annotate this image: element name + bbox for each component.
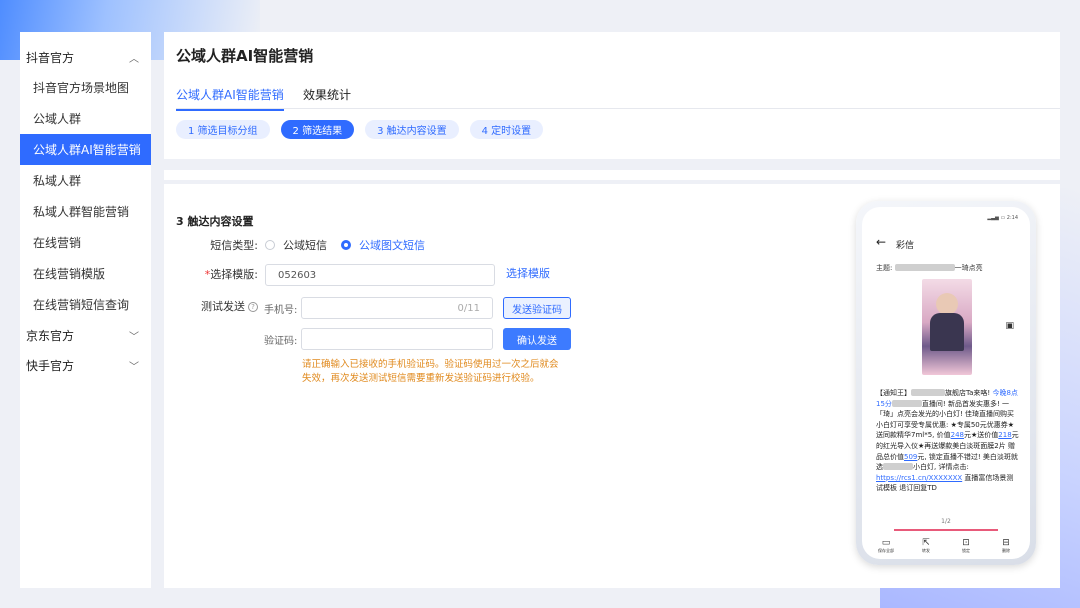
phone-action-bar: ▭ 保存全部 ⇱ 转发 ⊡ 锁定 ⊟ 删除 <box>872 538 1020 554</box>
phone-preview: ▂▃▅ ▭ 2:14 ← 彩信 主题: 一琦点亮 ▣ 【通知王】 旗舰店Ta来咯!… <box>856 201 1036 565</box>
sidebar-item-private-crowd[interactable]: 私域人群 <box>20 165 151 196</box>
code-input[interactable] <box>301 328 493 350</box>
section-title: 3 触达内容设置 <box>176 215 254 228</box>
body-highlight: 509 <box>904 452 918 461</box>
action-label: 锁定 <box>962 548 970 553</box>
body-highlight: 248 <box>950 431 964 440</box>
redacted-text <box>894 264 955 271</box>
sidebar-item-online-marketing[interactable]: 在线营销 <box>20 227 151 258</box>
chevron-up-icon: ︿ <box>129 53 139 65</box>
radio-dot <box>341 240 351 250</box>
help-icon[interactable]: ? <box>248 302 258 312</box>
radio-public-rich-sms[interactable]: 公域图文短信 <box>341 237 425 253</box>
back-arrow-icon[interactable]: ← <box>876 235 886 249</box>
message-subject: 主题: 一琦点亮 <box>876 263 983 273</box>
radio-public-sms[interactable]: 公域短信 <box>265 237 327 253</box>
save-image-icon[interactable]: ▣ <box>1005 321 1014 331</box>
sidebar-group-kuaishou[interactable]: 快手官方 ﹀ <box>20 350 151 380</box>
page-indicator: 1/2 <box>941 518 951 525</box>
forward-button[interactable]: ⇱ 转发 <box>912 538 940 554</box>
body-highlight: 218 <box>998 431 1012 440</box>
body-text: 【通知王】 <box>876 389 911 397</box>
spacer-card <box>164 170 1060 180</box>
phone-input[interactable]: 0/11 <box>301 297 493 319</box>
delete-button[interactable]: ⊟ 删除 <box>992 538 1020 554</box>
step-schedule[interactable]: 4 定时设置 <box>469 120 544 139</box>
radio-dot <box>265 240 275 250</box>
action-label: 删除 <box>1002 548 1010 553</box>
redacted-text <box>883 463 913 471</box>
message-body: 【通知王】 旗舰店Ta来咯! 今晚8点15分 直播间! 新品首发实惠多! 一「琦」点… <box>876 388 1020 494</box>
sidebar-item-private-smart-marketing[interactable]: 私域人群智能营销 <box>20 196 151 227</box>
header-card: 公域人群AI智能营销 公域人群AI智能营销 效果统计 1 筛选目标分组 2 筛选… <box>164 32 1060 159</box>
verification-hint: 请正确输入已接收的手机验证码。验证码使用过一次之后就会失效，再次发送测试短信需要… <box>302 359 559 384</box>
phone-title: 彩信 <box>896 241 915 251</box>
step-filter-result[interactable]: 2 筛选结果 <box>280 120 355 139</box>
body-link[interactable]: https://rcs1.cn/XXXXXXX <box>876 474 962 482</box>
code-label: 验证码: <box>264 336 298 347</box>
sidebar-item-public-crowd[interactable]: 公域人群 <box>20 103 151 134</box>
tab-effect-stats[interactable]: 效果统计 <box>303 86 351 109</box>
action-label: 保存全部 <box>878 548 894 553</box>
person-figure <box>930 313 964 351</box>
template-label-text: 选择模版: <box>210 268 258 281</box>
sidebar: 抖音官方 ︿ 抖音官方场景地图 公域人群 公域人群AI智能营销 私域人群 私域人… <box>20 32 151 588</box>
subject-text: 一琦点亮 <box>954 264 983 272</box>
action-label: 转发 <box>922 548 930 553</box>
sidebar-group-label: 抖音官方 <box>26 50 75 65</box>
promo-image <box>922 279 972 375</box>
sidebar-item-public-ai-marketing[interactable]: 公域人群AI智能营销 <box>20 134 151 165</box>
radio-label: 公域短信 <box>283 239 327 252</box>
redacted-text <box>891 399 922 407</box>
sidebar-group-douyin[interactable]: 抖音官方 ︿ <box>20 42 151 72</box>
body-text: 旗舰店Ta来咯! <box>945 389 993 397</box>
template-value: 052603 <box>278 269 317 281</box>
step-filter-group[interactable]: 1 筛选目标分组 <box>176 120 270 139</box>
template-label: *选择模版: <box>194 266 258 282</box>
sidebar-group-jd[interactable]: 京东官方 ﹀ <box>20 320 151 350</box>
phone-screen: ▂▃▅ ▭ 2:14 ← 彩信 主题: 一琦点亮 ▣ 【通知王】 旗舰店Ta来咯!… <box>862 207 1030 559</box>
radio-label: 公域图文短信 <box>359 239 425 252</box>
template-input[interactable]: 052603 <box>265 264 495 286</box>
person-figure <box>936 293 958 315</box>
step-bar: 1 筛选目标分组 2 筛选结果 3 触达内容设置 4 定时设置 <box>176 120 544 139</box>
send-code-button[interactable]: 发送验证码 <box>503 297 571 319</box>
body-text: 元★送价值 <box>964 431 999 440</box>
sidebar-item-online-template[interactable]: 在线营销模版 <box>20 258 151 289</box>
test-send-label: 测试发送? <box>194 298 258 314</box>
divider <box>894 529 998 531</box>
page-title: 公域人群AI智能营销 <box>176 47 314 65</box>
phone-counter: 0/11 <box>457 302 480 314</box>
sidebar-item-scene-map[interactable]: 抖音官方场景地图 <box>20 72 151 103</box>
save-icon: ▭ <box>881 538 891 548</box>
subject-label: 主题: <box>876 264 893 272</box>
chevron-down-icon: ﹀ <box>129 361 139 373</box>
sidebar-group-label: 京东官方 <box>26 328 75 343</box>
share-icon: ⇱ <box>922 538 930 548</box>
lock-button[interactable]: ⊡ 锁定 <box>952 538 980 554</box>
save-all-button[interactable]: ▭ 保存全部 <box>872 538 900 554</box>
sidebar-group-label: 快手官方 <box>26 358 75 373</box>
trash-icon: ⊟ <box>1002 538 1010 548</box>
status-bar: ▂▃▅ ▭ 2:14 <box>987 215 1018 221</box>
sidebar-item-sms-query[interactable]: 在线营销短信查询 <box>20 289 151 320</box>
lock-icon: ⊡ <box>962 538 970 548</box>
phone-label: 手机号: <box>264 305 298 316</box>
tab-ai-marketing[interactable]: 公域人群AI智能营销 <box>176 86 284 111</box>
chevron-down-icon: ﹀ <box>129 331 139 343</box>
select-template-link[interactable]: 选择模版 <box>506 265 550 281</box>
step-content-setting[interactable]: 3 触达内容设置 <box>365 120 459 139</box>
sms-type-label: 短信类型: <box>210 239 258 252</box>
test-send-text: 测试发送 <box>201 300 245 313</box>
tab-bar: 公域人群AI智能营销 效果统计 <box>176 84 1060 111</box>
confirm-send-button[interactable]: 确认发送 <box>503 328 571 350</box>
redacted-text <box>911 389 945 396</box>
body-text: 小白灯, 详情点击: <box>913 463 969 472</box>
